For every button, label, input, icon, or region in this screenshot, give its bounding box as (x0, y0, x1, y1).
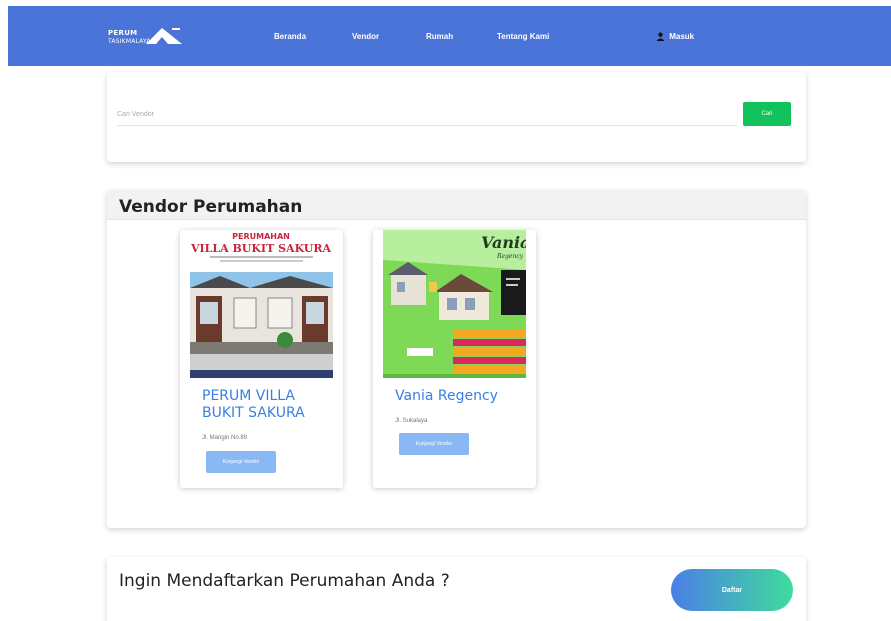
visit-vendor-button[interactable]: Kunjungi Vendor (399, 433, 469, 455)
nav-item-rumah[interactable]: Rumah (426, 32, 453, 41)
login-link[interactable]: Masuk (656, 32, 695, 42)
register-button[interactable]: Daftar (671, 569, 793, 611)
vendor-name-link[interactable]: Vania Regency (395, 388, 525, 405)
vendor-image-villa-bukit-sakura: PERUMAHAN VILLA BUKIT SAKURA (190, 230, 333, 378)
register-prompt: Ingin Mendaftarkan Perumahan Anda ? (119, 571, 450, 591)
visit-vendor-button[interactable]: Kunjungi Vendor (206, 451, 276, 473)
register-card: Ingin Mendaftarkan Perumahan Anda ? Daft… (107, 557, 806, 621)
search-input[interactable] (117, 104, 737, 126)
navbar: PERUM TASIKMALAYA Beranda Vendor Rumah T… (8, 6, 891, 66)
vendor-image-caption-1: Vania (481, 233, 526, 252)
vendor-section: Vendor Perumahan PERUMAHAN VILLA BUKIT S… (107, 190, 806, 528)
nav-item-vendor[interactable]: Vendor (352, 32, 379, 41)
vendor-card[interactable]: PERUMAHAN VILLA BUKIT SAKURA PERUM VILLA… (180, 230, 343, 488)
vendor-image[interactable]: Vania Regency (383, 230, 526, 378)
vendor-image[interactable]: PERUMAHAN VILLA BUKIT SAKURA (190, 230, 333, 378)
vendor-image-caption-2: VILLA BUKIT SAKURA (190, 242, 331, 255)
vendor-name-link[interactable]: PERUM VILLA BUKIT SAKURA (202, 388, 332, 422)
vendor-image-vania-regency: Vania Regency (383, 230, 526, 378)
nav-item-tentang-kami[interactable]: Tentang Kami (497, 32, 549, 41)
vendor-section-header: Vendor Perumahan (107, 190, 806, 220)
login-label: Masuk (669, 32, 695, 41)
vendor-address: Jl. Sukalaya (395, 418, 428, 424)
vendor-card[interactable]: Vania Regency Vania Regency Jl. Sukalaya… (373, 230, 536, 488)
vendor-image-caption-1: PERUMAHAN (232, 232, 290, 241)
vendor-image-caption-2: Regency (496, 253, 524, 260)
user-icon (656, 32, 665, 42)
nav-item-beranda[interactable]: Beranda (274, 32, 306, 41)
vendor-section-title: Vendor Perumahan (119, 197, 303, 217)
search-card: Cari (107, 72, 806, 162)
search-button[interactable]: Cari (743, 102, 791, 126)
nav-links: Beranda Vendor Rumah Tentang Kami (8, 32, 891, 46)
vendor-address: Jl. Mangin No.89 (202, 435, 248, 441)
